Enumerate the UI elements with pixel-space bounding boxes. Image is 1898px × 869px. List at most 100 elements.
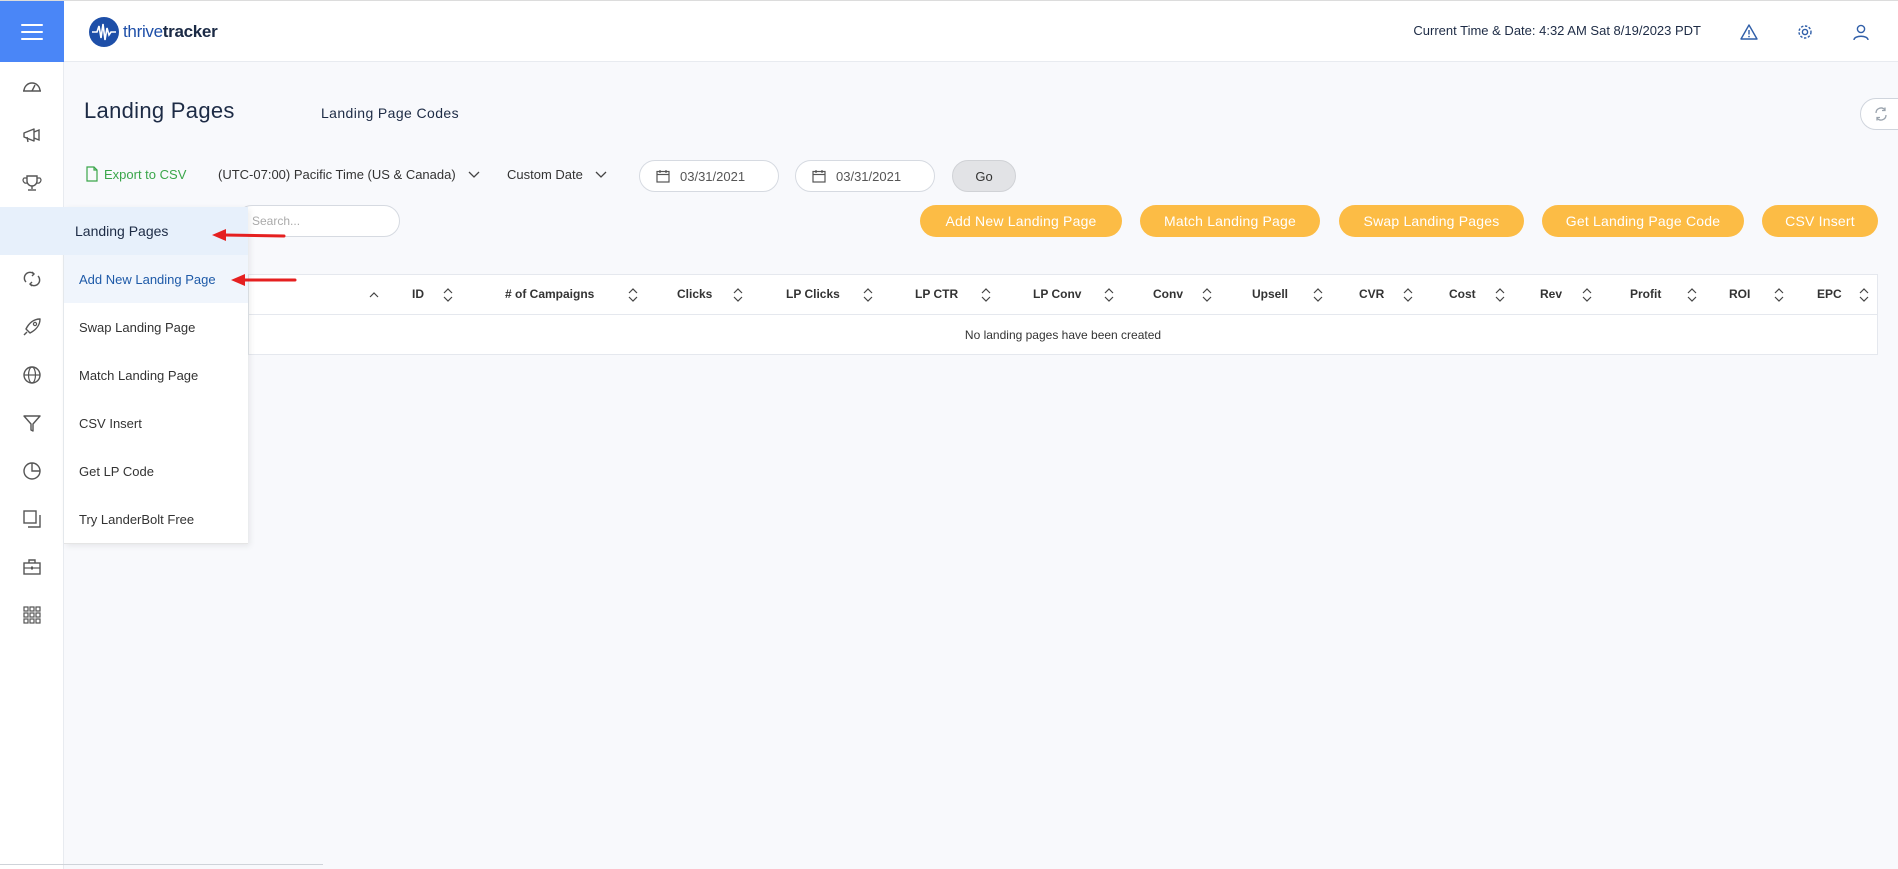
sort-icon[interactable] xyxy=(1104,288,1114,302)
column-header-lp-ctr[interactable]: LP CTR xyxy=(915,287,958,301)
add-new-landing-page-button[interactable]: Add New Landing Page xyxy=(920,205,1122,237)
table-header: ID # of Campaigns Clicks LP Clicks LP CT… xyxy=(249,275,1877,315)
gear-icon[interactable] xyxy=(1794,21,1816,43)
chevron-down-icon xyxy=(595,171,607,178)
column-header-campaigns[interactable]: # of Campaigns xyxy=(505,287,594,301)
menu-item-add-new-landing-page[interactable]: Add New Landing Page xyxy=(64,255,248,303)
date-to-input[interactable]: 03/31/2021 xyxy=(795,160,935,192)
hamburger-icon xyxy=(21,24,43,40)
column-header-cvr[interactable]: CVR xyxy=(1359,287,1384,301)
csv-insert-button[interactable]: CSV Insert xyxy=(1762,205,1878,237)
swap-landing-pages-button[interactable]: Swap Landing Pages xyxy=(1339,205,1524,237)
menu-item-get-lp-code[interactable]: Get LP Code xyxy=(64,447,248,495)
sort-icon[interactable] xyxy=(1582,288,1592,302)
trophy-icon xyxy=(22,175,42,191)
sort-icon[interactable] xyxy=(733,288,743,302)
annotation-arrow-landing-pages xyxy=(212,229,286,241)
bottom-divider xyxy=(0,864,323,865)
timezone-select[interactable]: (UTC-07:00) Pacific Time (US & Canada) xyxy=(218,167,480,182)
rail-apps[interactable] xyxy=(0,595,64,635)
rail-copy[interactable] xyxy=(0,499,64,539)
swap-icon xyxy=(23,271,41,287)
column-header-lp-clicks[interactable]: LP Clicks xyxy=(786,287,840,301)
column-header-rev[interactable]: Rev xyxy=(1540,287,1562,301)
column-header-epc[interactable]: EPC xyxy=(1817,287,1842,301)
logo-text-tracker: tracker xyxy=(162,22,218,41)
briefcase-icon xyxy=(23,559,41,575)
timezone-value: (UTC-07:00) Pacific Time (US & Canada) xyxy=(218,167,456,182)
get-landing-page-code-button[interactable]: Get Landing Page Code xyxy=(1542,205,1744,237)
copy-icon xyxy=(23,510,41,528)
refresh-icon xyxy=(1875,107,1887,121)
landing-pages-flyout-menu: Landing Pages Add New Landing Page Swap … xyxy=(0,207,248,544)
menu-toggle-button[interactable] xyxy=(0,1,64,63)
column-header-upsell[interactable]: Upsell xyxy=(1252,287,1288,301)
logo-wave-icon xyxy=(89,17,119,47)
sort-icon[interactable] xyxy=(1202,288,1212,302)
top-header: thrivetracker Current Time & Date: 4:32 … xyxy=(0,0,1898,63)
left-icon-rail xyxy=(0,62,64,869)
megaphone-icon xyxy=(23,128,40,143)
funnel-icon xyxy=(23,415,41,432)
annotation-arrow-add-new xyxy=(231,274,297,286)
match-landing-page-button[interactable]: Match Landing Page xyxy=(1140,205,1320,237)
date-range-select[interactable]: Custom Date xyxy=(507,167,607,182)
go-button[interactable]: Go xyxy=(952,160,1016,192)
calendar-icon xyxy=(656,170,670,183)
sort-icon[interactable] xyxy=(1313,288,1323,302)
sort-icon[interactable] xyxy=(1774,288,1784,302)
sort-asc-icon[interactable] xyxy=(369,288,379,302)
menu-item-swap-landing-page[interactable]: Swap Landing Page xyxy=(64,303,248,351)
warning-icon[interactable] xyxy=(1738,21,1760,43)
rail-tools[interactable] xyxy=(0,547,64,587)
sort-icon[interactable] xyxy=(1859,288,1869,302)
logo-text: thrivetracker xyxy=(123,22,218,42)
column-header-profit[interactable]: Profit xyxy=(1630,287,1661,301)
date-range-value: Custom Date xyxy=(507,167,583,182)
date-from-input[interactable]: 03/31/2021 xyxy=(639,160,779,192)
export-csv-button[interactable]: Export to CSV xyxy=(86,166,186,182)
rail-offers[interactable] xyxy=(0,163,64,203)
rail-funnels[interactable] xyxy=(0,403,64,443)
apps-grid-icon xyxy=(23,606,41,624)
rail-traffic-sources[interactable] xyxy=(0,355,64,395)
sort-icon[interactable] xyxy=(981,288,991,302)
calendar-icon xyxy=(812,170,826,183)
column-header-conv[interactable]: Conv xyxy=(1153,287,1183,301)
logo-text-thrive: thrive xyxy=(123,22,163,41)
column-header-lp-conv[interactable]: LP Conv xyxy=(1033,287,1081,301)
sort-icon[interactable] xyxy=(628,288,638,302)
date-from-value: 03/31/2021 xyxy=(680,168,746,184)
empty-table-message: No landing pages have been created xyxy=(964,328,1162,342)
rail-launch[interactable] xyxy=(0,307,64,347)
sort-icon[interactable] xyxy=(443,288,453,302)
menu-item-csv-insert[interactable]: CSV Insert xyxy=(64,399,248,447)
column-header-clicks[interactable]: Clicks xyxy=(677,287,712,301)
rail-swap[interactable] xyxy=(0,259,64,299)
current-time-date: Current Time & Date: 4:32 AM Sat 8/19/20… xyxy=(1413,23,1701,38)
file-icon xyxy=(86,166,98,182)
sort-icon[interactable] xyxy=(1495,288,1505,302)
page-title: Landing Pages xyxy=(84,98,235,123)
search-placeholder: Search... xyxy=(252,214,301,228)
rocket-icon xyxy=(23,318,41,336)
menu-item-match-landing-page[interactable]: Match Landing Page xyxy=(64,351,248,399)
column-header-id[interactable]: ID xyxy=(412,287,424,301)
rail-reports[interactable] xyxy=(0,451,64,491)
rail-dashboard[interactable] xyxy=(0,67,64,107)
column-header-roi[interactable]: ROI xyxy=(1729,287,1750,301)
column-header-cost[interactable]: Cost xyxy=(1449,287,1476,301)
sort-icon[interactable] xyxy=(863,288,873,302)
sort-icon[interactable] xyxy=(1403,288,1413,302)
globe-icon xyxy=(23,366,41,384)
app-logo[interactable]: thrivetracker xyxy=(89,17,218,47)
sort-icon[interactable] xyxy=(1687,288,1697,302)
dashboard-icon xyxy=(23,82,41,92)
landing-pages-table: ID # of Campaigns Clicks LP Clicks LP CT… xyxy=(248,274,1878,355)
rail-campaigns[interactable] xyxy=(0,115,64,155)
user-icon[interactable] xyxy=(1850,21,1872,43)
pie-chart-icon xyxy=(23,462,41,480)
refresh-button[interactable] xyxy=(1860,98,1898,130)
menu-item-try-landerbolt[interactable]: Try LanderBolt Free xyxy=(64,495,248,543)
tab-landing-page-codes[interactable]: Landing Page Codes xyxy=(321,105,459,121)
